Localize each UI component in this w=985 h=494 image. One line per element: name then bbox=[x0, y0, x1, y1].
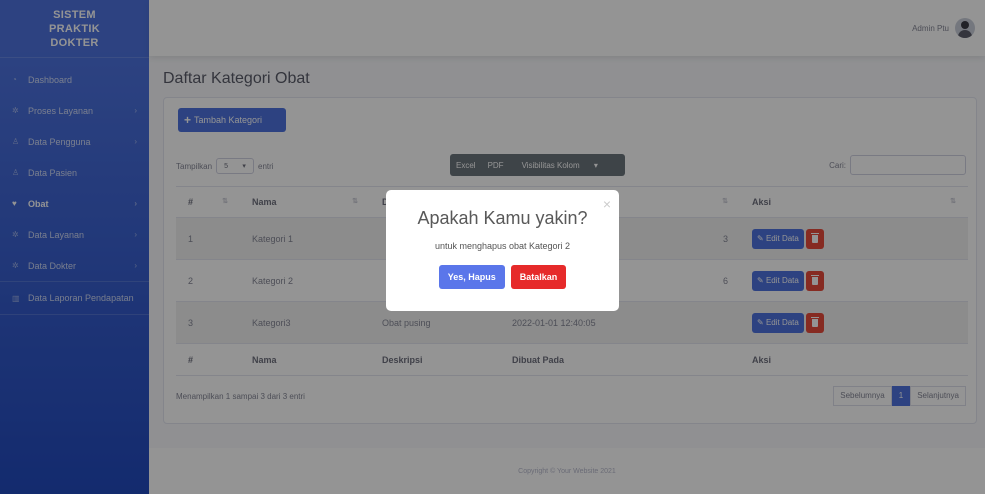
dialog-message: untuk menghapus obat Kategori 2 bbox=[434, 241, 571, 251]
dialog-actions: Yes, Hapus Batalkan bbox=[386, 265, 619, 289]
dialog-title: Apakah Kamu yakin? bbox=[417, 208, 588, 228]
confirm-delete-dialog: × Apakah Kamu yakin? untuk menghapus oba… bbox=[386, 190, 619, 311]
cancel-button[interactable]: Batalkan bbox=[510, 265, 567, 289]
close-icon[interactable]: × bbox=[603, 196, 611, 212]
confirm-delete-button[interactable]: Yes, Hapus bbox=[438, 265, 505, 289]
